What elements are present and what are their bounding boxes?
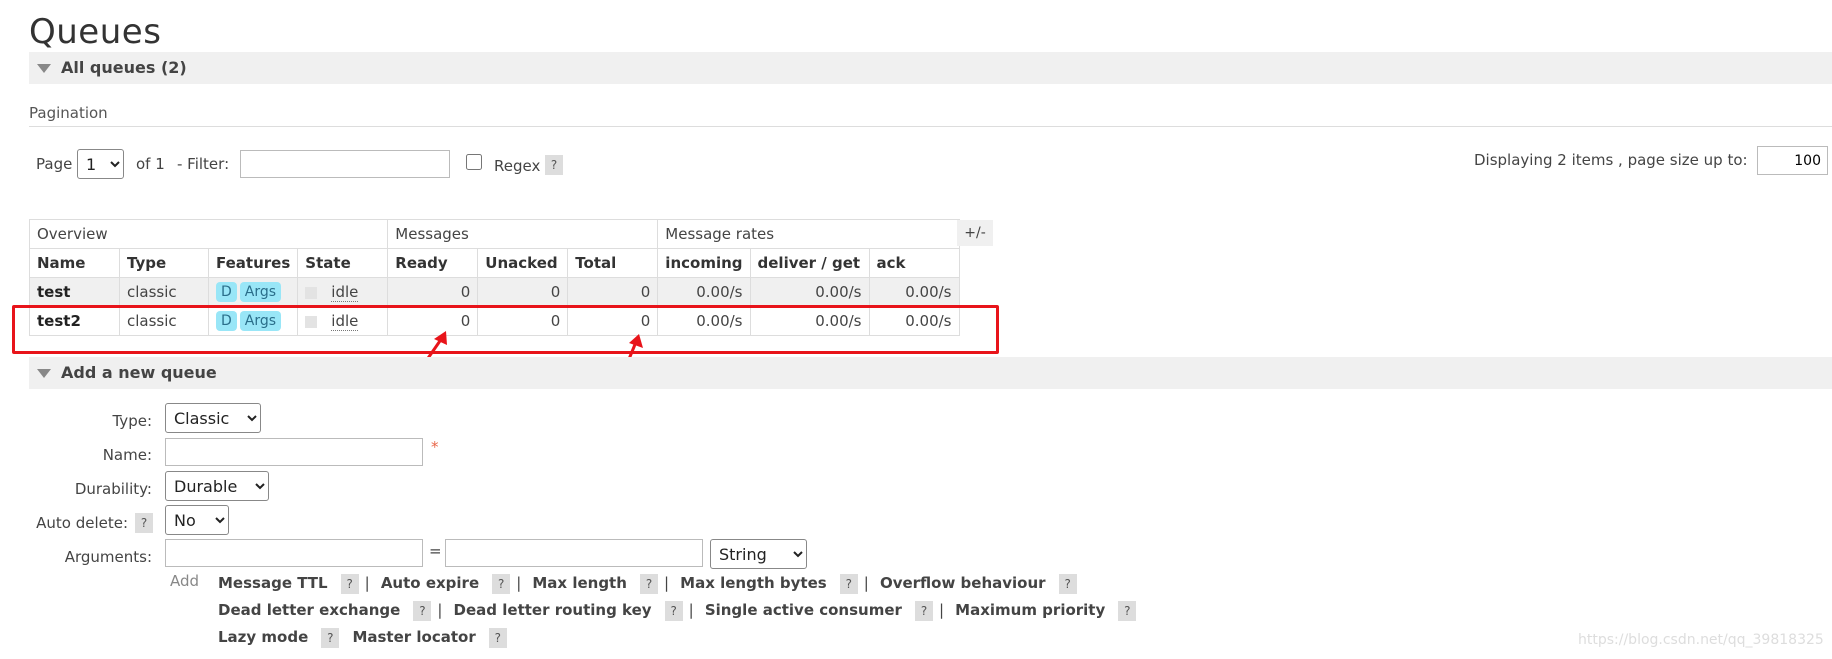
page-count-label: of 1 [136, 155, 165, 173]
help-icon[interactable]: ? [488, 628, 507, 648]
help-icon[interactable]: ? [321, 628, 340, 648]
display-count-label: Displaying 2 items , page size up to: [1474, 151, 1748, 169]
durable-badge: D [216, 282, 237, 302]
help-icon[interactable]: ? [915, 601, 933, 621]
group-header-message-rates: Message rates [657, 219, 960, 249]
help-icon[interactable]: ? [664, 601, 683, 621]
ack-rate: 0.00/s [868, 277, 960, 307]
arg-link-overflow-behaviour[interactable]: Overflow behaviour [880, 574, 1046, 592]
regex-checkbox[interactable] [466, 154, 482, 170]
argument-value-input[interactable] [445, 539, 703, 567]
help-icon[interactable]: ? [340, 574, 359, 594]
help-icon[interactable]: ? [492, 574, 511, 594]
column-header[interactable]: deliver / get [749, 248, 870, 278]
help-icon[interactable]: ? [640, 574, 658, 594]
type-label: Type: [112, 412, 152, 430]
watermark: https://blog.csdn.net/qq_39818325 [1578, 632, 1824, 648]
arg-link-single-active-consumer[interactable]: Single active consumer [705, 601, 902, 619]
state-label: idle [331, 283, 359, 302]
queue-name-link[interactable]: test [29, 277, 120, 307]
arg-link-max-length[interactable]: Max length [532, 574, 627, 592]
argument-key-input[interactable] [165, 539, 423, 567]
column-header[interactable]: ack [868, 248, 960, 278]
column-header[interactable]: incoming [657, 248, 751, 278]
deliver-get-rate: 0.00/s [749, 277, 870, 307]
divider [29, 126, 1832, 127]
column-header: Features [207, 248, 299, 278]
add-label: Add [170, 572, 200, 590]
group-header-messages: Messages [387, 219, 659, 249]
column-header[interactable]: Ready [387, 248, 479, 278]
filter-input[interactable] [240, 150, 450, 178]
ready-count: 0 [387, 277, 479, 307]
queue-type-select[interactable]: Classic [165, 403, 261, 433]
arg-link-message-ttl[interactable]: Message TTL [218, 574, 328, 592]
group-header-overview: Overview [28, 219, 389, 249]
unacked-count: 0 [477, 277, 569, 307]
regex-help-icon[interactable]: ? [545, 155, 563, 175]
page-size-input[interactable] [1757, 146, 1828, 175]
equals-sign: = [429, 542, 442, 560]
queue-features: D Args [207, 277, 299, 307]
arg-link-dead-letter-exchange[interactable]: Dead letter exchange [218, 601, 400, 619]
durability-select[interactable]: Durable [165, 471, 269, 501]
add-queue-label: Add a new queue [61, 363, 217, 382]
pagination-title: Pagination [29, 104, 108, 122]
collapse-triangle-icon [37, 64, 51, 73]
arg-link-maximum-priority[interactable]: Maximum priority [955, 601, 1105, 619]
queue-type: classic [119, 277, 209, 307]
state-indicator-icon [305, 286, 318, 299]
auto-delete-label: Auto delete: [36, 514, 128, 532]
arg-link-auto-expire[interactable]: Auto expire [381, 574, 479, 592]
help-icon[interactable]: ? [839, 574, 858, 594]
all-queues-label: All queues (2) [61, 58, 187, 77]
args-badge: Args [239, 282, 282, 302]
required-marker: * [431, 438, 439, 456]
regex-label: Regex [494, 157, 541, 175]
queue-state: idle [297, 277, 389, 307]
page-title: Queues [29, 12, 162, 52]
table-row[interactable]: test classic D Args idle 0 0 0 0.00/s 0.0… [29, 277, 960, 307]
column-header[interactable]: Type [119, 248, 209, 278]
auto-delete-help-icon[interactable]: ? [135, 513, 153, 533]
arg-link-max-length-bytes[interactable]: Max length bytes [680, 574, 827, 592]
help-icon[interactable]: ? [1118, 601, 1137, 621]
arg-link-dead-letter-routing-key[interactable]: Dead letter routing key [454, 601, 652, 619]
column-header[interactable]: Unacked [477, 248, 569, 278]
filter-label: - Filter: [177, 155, 230, 173]
argument-links-row-1: Message TTL ? | Auto expire ? | Max length… [218, 573, 1077, 594]
total-count: 0 [567, 277, 659, 307]
add-queue-section-header[interactable]: Add a new queue [29, 357, 1832, 389]
argument-links-row-2: Dead letter exchange ? | Dead letter rout… [218, 600, 1137, 621]
arguments-label: Arguments: [64, 548, 152, 566]
all-queues-section-header[interactable]: All queues (2) [29, 52, 1832, 84]
help-icon[interactable]: ? [1058, 574, 1077, 594]
column-header[interactable]: Name [29, 248, 120, 278]
toggle-columns-button[interactable]: +/- [957, 220, 993, 246]
name-label: Name: [102, 446, 152, 464]
auto-delete-select[interactable]: No [165, 505, 229, 535]
page-select[interactable]: 1 [77, 149, 124, 179]
page-label: Page [36, 155, 73, 173]
column-header[interactable]: State [297, 248, 389, 278]
queue-name-input[interactable] [165, 438, 423, 466]
durability-label: Durability: [74, 480, 152, 498]
arg-link-lazy-mode[interactable]: Lazy mode [218, 628, 308, 646]
argument-type-select[interactable]: String [710, 539, 807, 569]
collapse-triangle-icon [37, 369, 51, 378]
arg-link-master-locator[interactable]: Master locator [352, 628, 475, 646]
argument-links-row-3: Lazy mode ? Master locator ? [218, 627, 507, 648]
column-header[interactable]: Total [567, 248, 659, 278]
help-icon[interactable]: ? [413, 601, 432, 621]
incoming-rate: 0.00/s [657, 277, 751, 307]
